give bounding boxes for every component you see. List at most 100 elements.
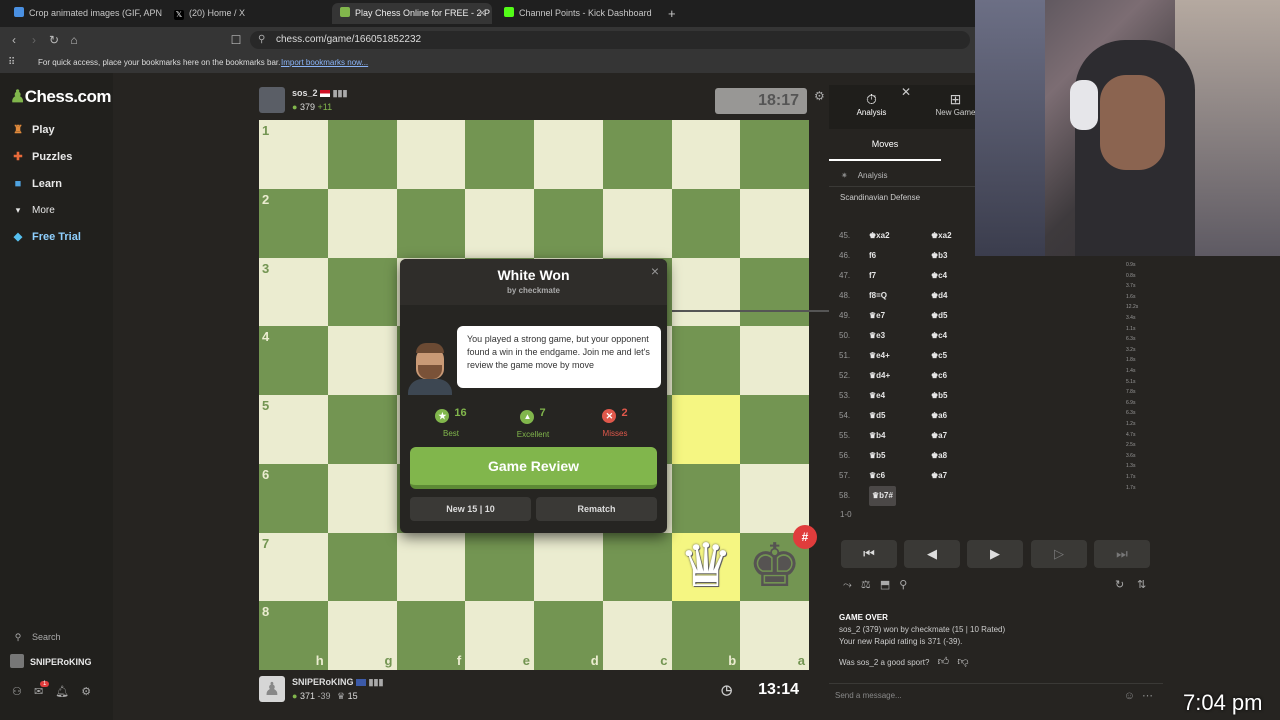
square-h4[interactable]: 4 [259,326,328,395]
square-a3[interactable] [740,257,809,327]
black-move[interactable]: ♚b3 [931,246,948,266]
square-g4[interactable] [327,326,397,395]
white-move[interactable]: ♛b7# [869,486,896,506]
first-move-button[interactable]: ⏮ [841,540,897,568]
board-settings-icon[interactable]: ⚙ [814,89,825,103]
square-b8[interactable]: b [671,601,741,670]
square-d2[interactable] [534,188,603,258]
white-move[interactable]: ♛e3 [869,326,931,346]
new-tab-button[interactable]: + [660,3,680,24]
emoji-icon[interactable]: ☺ [1124,684,1135,708]
analyze-icon[interactable]: ⚖ [861,579,871,591]
white-move[interactable]: ♛b5 [869,446,931,466]
analysis-toggle[interactable]: ✷ Analysis [829,165,975,187]
browser-tab[interactable]: Crop animated images (GIF, APNG, W [6,3,162,24]
play-button[interactable]: ▶ [967,540,1023,568]
square-d1[interactable] [534,120,603,189]
square-d7[interactable] [534,532,603,602]
square-h5[interactable]: 5 [259,395,328,464]
square-f1[interactable] [396,120,466,189]
nav-learn[interactable]: ■ Learn [10,173,62,195]
more-options-icon[interactable]: ⋯ [1142,684,1153,708]
bookmark-icon[interactable]: ☐ [228,33,244,47]
square-b6[interactable] [671,463,741,533]
player-avatar[interactable]: ♟ [259,676,285,702]
square-b1[interactable] [671,120,741,189]
game-review-button[interactable]: Game Review [410,447,657,489]
black-move[interactable]: ♚a7 [931,426,947,446]
square-f2[interactable] [396,188,466,258]
browser-tab-active[interactable]: Play Chess Online for FREE - 2 P ✕ [332,3,492,24]
tab-new-game[interactable]: ⊞ New Game [933,91,978,117]
square-e2[interactable] [465,188,534,258]
square-a7[interactable]: ♚ # [740,524,817,602]
opponent-info[interactable]: sos_2 ▮▮▮ [292,88,347,99]
black-move[interactable]: ♚d4 [931,286,948,306]
square-h2[interactable]: 2 [259,188,328,258]
square-f7[interactable] [396,532,466,602]
square-g2[interactable] [327,188,397,258]
square-a2[interactable] [740,188,809,258]
new-game-button[interactable]: New 15 | 10 [410,497,531,521]
black-move[interactable]: ♚b5 [931,386,948,406]
square-e1[interactable] [465,120,534,189]
black-move[interactable]: ♚a8 [931,446,947,466]
square-c8[interactable]: c [602,601,672,670]
square-e8[interactable]: e [465,601,534,670]
square-h6[interactable]: 6 [259,463,328,533]
square-b2[interactable] [671,188,741,258]
square-b4[interactable] [671,326,741,395]
square-g1[interactable] [327,120,397,189]
white-move[interactable]: ♛c6 [869,466,931,486]
bell-icon[interactable]: 🔔︎ [55,686,69,698]
thumbs-up-icon[interactable]: 👍︎ [938,656,950,668]
square-c7[interactable] [602,532,672,602]
black-move[interactable]: ♚a7 [931,466,947,486]
white-move[interactable]: ♚xa2 [869,226,931,246]
browser-tab[interactable]: Channel Points - Kick Dashboard [496,3,656,24]
close-modal-icon[interactable]: × [651,263,659,279]
black-move[interactable]: ♚xa2 [931,226,952,246]
opponent-avatar[interactable] [259,87,285,113]
square-a6[interactable] [740,463,809,533]
tab-moves[interactable]: Moves [829,129,941,161]
nav-puzzles[interactable]: ✚ Puzzles [10,146,72,168]
nav-more[interactable]: ▾ More [10,199,55,221]
friends-icon[interactable]: ⚇ [12,686,22,698]
chat-input[interactable]: Send a message... ☺ ⋯ [829,683,1163,707]
square-h3[interactable]: 3 [259,257,328,327]
thumbs-down-icon[interactable]: 👎︎ [957,656,968,668]
chesscom-logo[interactable]: ♟Chess.com [10,87,111,107]
white-move[interactable]: f6 [869,246,931,266]
white-move[interactable]: ♛e7 [869,306,931,326]
next-move-button[interactable]: ▷ [1031,540,1087,568]
white-move[interactable]: ♛b4 [869,426,931,446]
flip-board-icon[interactable]: ⇅ [1137,578,1146,591]
opening-name[interactable]: Scandinavian Defense [840,193,920,202]
close-tab-icon[interactable]: ✕ [478,3,486,24]
square-f8[interactable]: f [396,601,466,670]
black-move[interactable]: ♚c4 [931,266,947,286]
square-h7[interactable]: 7 [259,532,328,602]
square-h1[interactable]: 1 [259,120,328,189]
square-g6[interactable] [327,463,397,533]
square-b5[interactable] [671,395,741,464]
site-info-icon[interactable]: ⚲ [258,31,265,49]
square-d8[interactable]: d [534,601,603,670]
black-move[interactable]: ♚c6 [931,366,947,386]
rematch-button[interactable]: Rematch [536,497,657,521]
square-g7[interactable] [327,532,397,602]
white-move[interactable]: ♛e4+ [869,346,931,366]
square-c2[interactable] [602,188,672,258]
square-c1[interactable] [602,120,672,189]
settings-gear-icon[interactable]: ⚙ [81,686,91,698]
messages-icon[interactable]: ✉ 1 [34,681,50,698]
address-bar[interactable]: ⚲ chess.com/game/166051852232 [250,31,970,49]
nav-play[interactable]: ♜ Play [10,119,55,141]
square-e7[interactable] [465,532,534,602]
square-g8[interactable]: g [327,601,397,670]
square-a5[interactable] [740,395,809,464]
download-icon[interactable]: ⬒ [880,579,890,591]
refresh-icon[interactable]: ↻ [1115,578,1124,591]
square-g5[interactable] [327,395,397,464]
